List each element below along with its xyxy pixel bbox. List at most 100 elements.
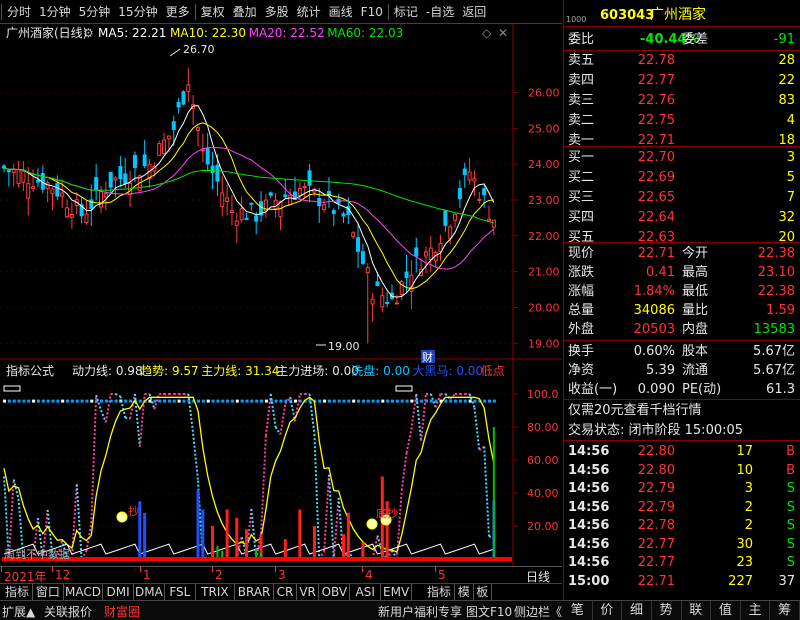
candle-body bbox=[254, 215, 259, 222]
tick-price: 22.80 bbox=[637, 462, 675, 478]
stock-label: 广州酒家(日线) bbox=[6, 25, 87, 40]
indicator-tab-0[interactable]: 指标A bbox=[2, 584, 33, 615]
date-tick bbox=[435, 567, 436, 572]
indicator-tab-14[interactable]: 模 bbox=[455, 584, 474, 600]
candle-body bbox=[176, 102, 181, 108]
ask-row: 卖五 22.78 28 bbox=[564, 51, 800, 70]
toolbar-9[interactable]: 画线 bbox=[325, 0, 357, 24]
toolbar-7[interactable]: 多股 bbox=[261, 0, 293, 24]
candle-body bbox=[94, 176, 99, 190]
toolbar-1[interactable]: 1分钟 bbox=[35, 0, 75, 24]
quote-tab-0[interactable]: 笔 bbox=[563, 601, 593, 620]
indicator-tab-13[interactable]: 指标B bbox=[424, 584, 455, 615]
quote-tab-6[interactable]: 主 bbox=[741, 601, 771, 620]
signal-dot bbox=[163, 399, 167, 403]
stat2-row: 换手 0.60% 股本 5.67亿 bbox=[564, 342, 800, 361]
status-row: 交易状态: 闭市阶段 15:00:05 bbox=[564, 421, 800, 440]
ask-price: 22.78 bbox=[637, 53, 675, 68]
toolbar-2[interactable]: 5分钟 bbox=[75, 0, 115, 24]
candle-body bbox=[35, 179, 40, 183]
indicator-tab-6[interactable]: TRIX bbox=[196, 584, 235, 600]
toolbar-0[interactable]: 分时 bbox=[3, 0, 35, 24]
candle-body bbox=[457, 187, 462, 200]
indicator-tab-8[interactable]: CR bbox=[274, 584, 297, 600]
toolbar-11[interactable]: 标记 bbox=[390, 0, 422, 24]
candle-body bbox=[472, 178, 477, 182]
indicator-tab-2[interactable]: MACD bbox=[64, 584, 104, 600]
candle-body bbox=[200, 149, 205, 152]
candle-body bbox=[234, 220, 239, 226]
chart-area[interactable]: 26.00 25.00 24.00 23.00 22.00 21.00 20.00 19.00… bbox=[0, 24, 562, 566]
indicator-tick: 80.00 bbox=[527, 421, 559, 434]
stat-value: 0.41 bbox=[646, 265, 675, 280]
bid-volume: 7 bbox=[786, 190, 795, 205]
price-tick: 25.00 bbox=[528, 122, 560, 135]
candle-body bbox=[69, 213, 74, 218]
signal-dot bbox=[381, 399, 385, 403]
tick-row: 14:56 22.80 10 B bbox=[564, 461, 800, 480]
toolbar-6[interactable]: 叠加 bbox=[229, 0, 261, 24]
candle-body bbox=[239, 208, 244, 221]
signal-dot bbox=[80, 399, 84, 403]
signal-dot bbox=[46, 399, 50, 403]
quote-tab-1[interactable]: 价 bbox=[593, 601, 623, 620]
stat2-label: 换手 bbox=[568, 344, 595, 359]
annotation-left: 抄 bbox=[128, 504, 139, 518]
indicator-tab-7[interactable]: BRAR bbox=[235, 584, 275, 600]
quote-tab-3[interactable]: 势 bbox=[652, 601, 682, 620]
quote-tab-7[interactable]: 筹 bbox=[770, 601, 800, 620]
toolbar-3[interactable]: 15分钟 bbox=[114, 0, 161, 24]
order-ratio: 委比 -40.44% 委差 -91 bbox=[564, 30, 800, 49]
toolbar-12[interactable]: -自选 bbox=[422, 0, 458, 24]
signal-dot bbox=[182, 399, 186, 403]
bottom-left-1[interactable]: 关联报价 bbox=[44, 603, 92, 620]
signal-dot bbox=[255, 399, 259, 403]
indicator-tab-3[interactable]: DMI bbox=[103, 584, 134, 600]
divider bbox=[564, 340, 800, 341]
date-label: 1 bbox=[143, 568, 151, 582]
toolbar-10[interactable]: F10 bbox=[357, 0, 387, 24]
bottom-left-2[interactable]: 财富圈 bbox=[104, 603, 140, 620]
indicator-tab-5[interactable]: FSL bbox=[165, 584, 196, 600]
ask-label: 卖五 bbox=[568, 53, 595, 68]
bottom-left-0[interactable]: 扩展▲ bbox=[2, 603, 35, 620]
toolbar-4[interactable]: 更多 bbox=[162, 0, 194, 24]
indicator-tab-11[interactable]: ASI bbox=[350, 584, 382, 600]
signal-dot bbox=[221, 399, 225, 403]
divider bbox=[564, 242, 800, 243]
quote-tab-4[interactable]: 联 bbox=[682, 601, 712, 620]
candle-body bbox=[60, 192, 65, 197]
high-marker: 26.70 bbox=[183, 43, 215, 56]
indicator-tab-4[interactable]: DMA bbox=[134, 584, 165, 600]
quote-tab-5[interactable]: 值 bbox=[711, 601, 741, 620]
toolbar-5[interactable]: 复权 bbox=[197, 0, 229, 24]
stat-label: 最低 bbox=[682, 284, 709, 299]
bottom-right-1[interactable]: 图文F10 bbox=[466, 603, 512, 620]
signal-dot bbox=[104, 399, 108, 403]
indicator-tab-9[interactable]: VR bbox=[297, 584, 320, 600]
tick-row: 14:56 22.79 2 S bbox=[564, 498, 800, 517]
ask-label: 卖三 bbox=[568, 93, 595, 108]
date-tick bbox=[52, 567, 53, 572]
toolbar-13[interactable]: 返回 bbox=[458, 0, 490, 24]
indicator-tab-15[interactable]: 板 bbox=[474, 584, 492, 600]
candle-body bbox=[453, 214, 458, 221]
close-icon[interactable]: ✕ bbox=[498, 26, 508, 40]
bottom-right-2[interactable]: 侧边栏《 bbox=[514, 603, 562, 620]
indicator-tab-10[interactable]: OBV bbox=[319, 584, 351, 600]
indicator-tick: 20.00 bbox=[527, 520, 559, 533]
diamond-icon[interactable]: ◇ bbox=[482, 26, 492, 40]
tick-time: 14:56 bbox=[568, 481, 610, 496]
promo-link[interactable]: 仅需20元查看千档行情 bbox=[568, 401, 702, 420]
quote-tab-2[interactable]: 细 bbox=[622, 601, 652, 620]
signal-dot bbox=[260, 399, 264, 403]
tick-direction: B bbox=[786, 444, 795, 459]
signal-dot bbox=[342, 399, 346, 403]
indicator-tab-1[interactable]: 窗口 bbox=[33, 584, 64, 600]
bottom-right-0[interactable]: 新用户福利专享 bbox=[378, 603, 462, 620]
indicator-tab-12[interactable]: EMV bbox=[381, 584, 413, 600]
candle-body bbox=[375, 281, 380, 286]
tick-direction: B bbox=[786, 462, 795, 478]
candle-body bbox=[215, 164, 220, 182]
toolbar-8[interactable]: 统计 bbox=[293, 0, 325, 24]
